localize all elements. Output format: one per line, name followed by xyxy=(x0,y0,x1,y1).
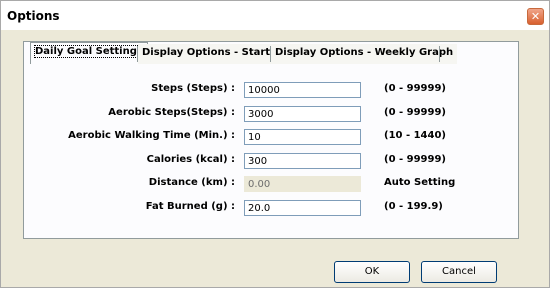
aerobic-steps-field[interactable]: 3000 xyxy=(244,106,361,122)
title-bar[interactable]: Options ✕ xyxy=(1,1,549,30)
aerobic-steps-range: (0 - 99999) xyxy=(384,107,447,118)
aerobic-walking-time-range: (10 - 1440) xyxy=(384,130,447,141)
aerobic-walking-time-label: Aerobic Walking Time (Min.) : xyxy=(68,130,235,141)
calories-label: Calories (kcal) : xyxy=(146,154,235,165)
distance-auto-setting: Auto Setting xyxy=(384,177,456,188)
distance-label: Distance (km) : xyxy=(148,177,235,188)
tab-separator xyxy=(439,46,440,62)
distance-field: 0.00 xyxy=(244,176,361,192)
tab-daily-goal-settings[interactable]: Daily Goal Settings xyxy=(30,42,148,64)
aerobic-steps-label: Aerobic Steps(Steps) : xyxy=(108,107,235,118)
close-icon[interactable]: ✕ xyxy=(527,8,544,25)
steps-label: Steps (Steps) : xyxy=(151,83,235,94)
tab-label: Display Options - Weekly Graph xyxy=(275,47,454,58)
ok-button[interactable]: OK xyxy=(334,261,410,283)
fat-burned-field[interactable]: 20.0 xyxy=(244,200,361,216)
window-title: Options xyxy=(7,9,60,23)
tab-display-options-startup[interactable]: Display Options - Startup xyxy=(138,44,289,64)
fat-burned-label: Fat Burned (g) : xyxy=(145,201,235,212)
calories-field[interactable]: 300 xyxy=(244,153,361,169)
tab-display-options-weekly-graph[interactable]: Display Options - Weekly Graph xyxy=(271,44,458,64)
tab-label: Display Options - Startup xyxy=(142,47,285,58)
calories-range: (0 - 99999) xyxy=(384,154,447,165)
fat-burned-range: (0 - 199.9) xyxy=(384,201,443,212)
options-window: Options ✕ Daily Goal Settings Display Op… xyxy=(0,0,550,288)
steps-field[interactable]: 10000 xyxy=(244,82,361,98)
steps-range: (0 - 99999) xyxy=(384,83,447,94)
cancel-button[interactable]: Cancel xyxy=(421,261,497,283)
tab-label: Daily Goal Settings xyxy=(34,45,144,58)
aerobic-walking-time-field[interactable]: 10 xyxy=(244,129,361,145)
